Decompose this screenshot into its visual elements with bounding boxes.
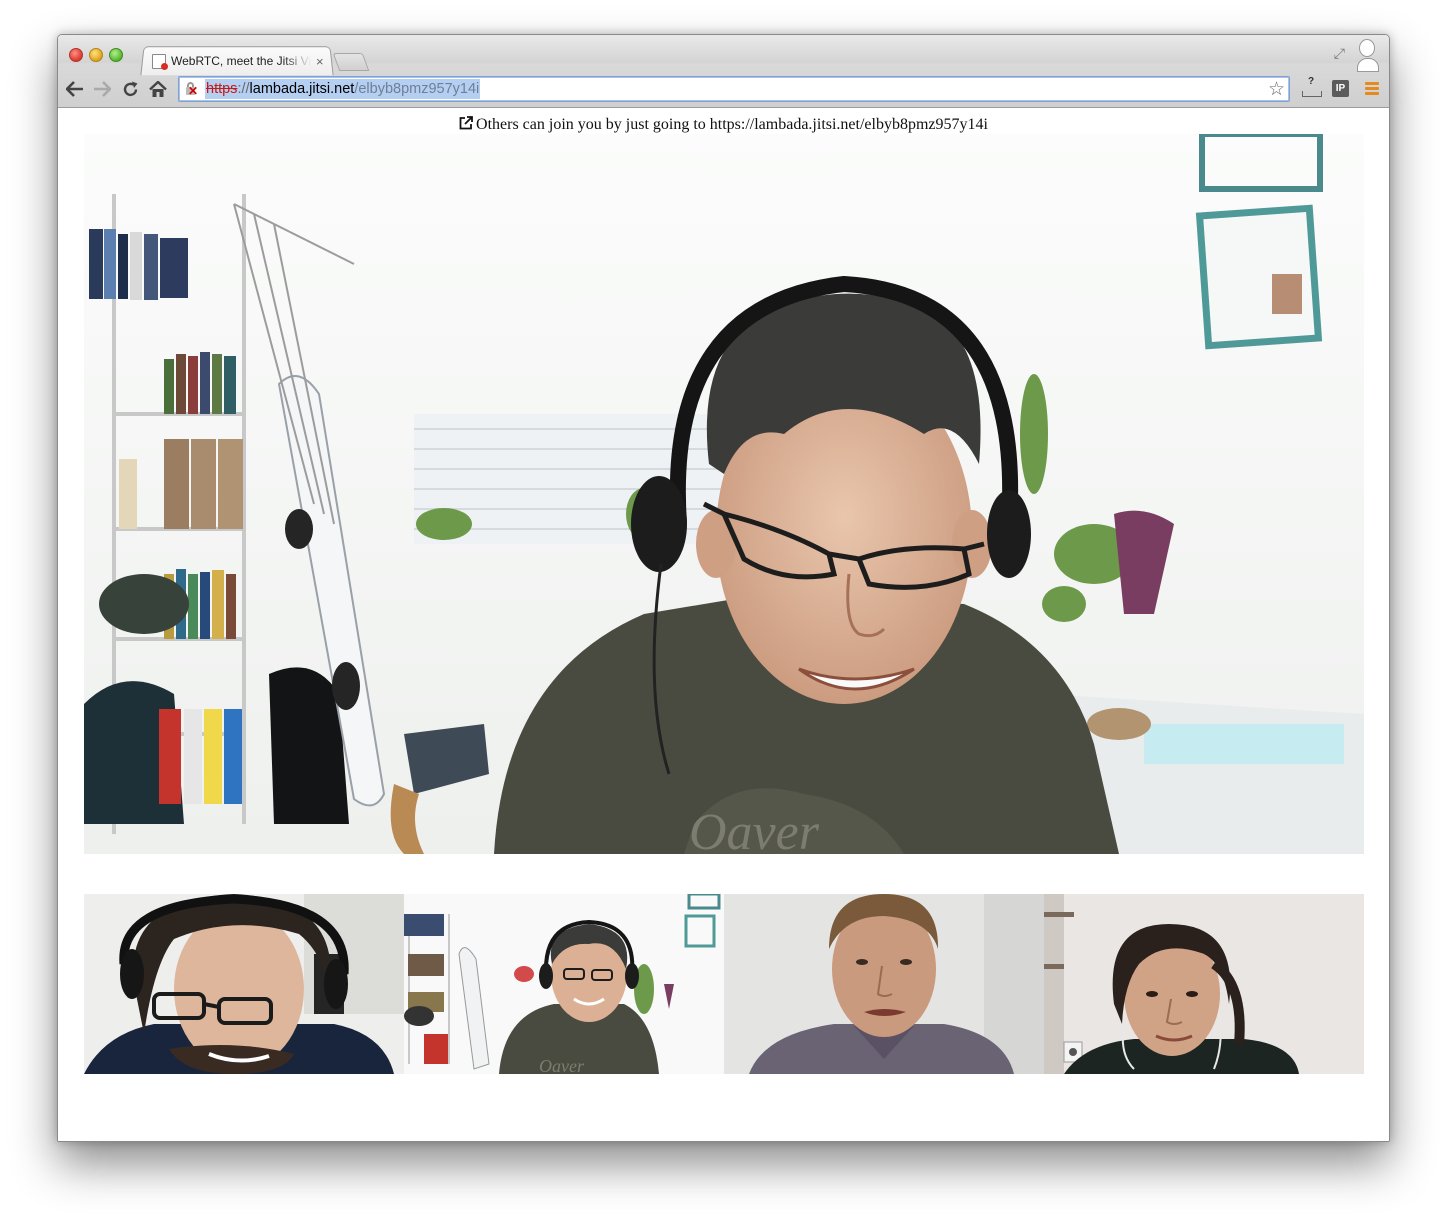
participant-video [724,894,1044,1074]
browser-window: WebRTC, meet the Jitsi Vid × ⤢ ✕ https:/… [57,34,1390,1142]
hamburger-menu-icon[interactable] [1365,82,1379,95]
participant-video [1044,894,1364,1074]
participant-thumbnail[interactable] [1044,894,1364,1074]
address-bar[interactable]: ✕ https://lambada.jitsi.net/elbyb8pmz957… [178,76,1290,102]
forward-icon[interactable] [91,78,113,100]
download-extension-icon[interactable]: ? [1301,76,1322,99]
participant-thumbnail[interactable] [84,894,404,1074]
window-close-button[interactable] [69,48,83,62]
invite-text: Others can join you by just going to htt… [476,116,988,133]
ip-extension-icon[interactable]: IP [1332,80,1349,97]
tab-title: WebRTC, meet the Jitsi Vid [171,54,311,68]
insecure-lock-icon[interactable]: ✕ [185,82,199,97]
profile-avatar-icon[interactable] [1357,39,1379,72]
participant-video: Oaver [404,894,724,1074]
browser-titlebar: WebRTC, meet the Jitsi Vid × ⤢ ✕ https:/… [58,35,1389,108]
participant-video [84,894,404,1074]
svg-text:Oaver: Oaver [539,1056,585,1074]
reload-icon[interactable] [119,78,141,100]
fullscreen-icon[interactable]: ⤢ [1334,45,1345,62]
window-minimize-button[interactable] [89,48,103,62]
url-path: /elbyb8pmz957y14i [354,81,480,97]
tab-close-button[interactable]: × [316,54,324,69]
tab-favicon-icon [152,53,168,70]
participant-thumbnail[interactable] [724,894,1044,1074]
browser-toolbar: ✕ https://lambada.jitsi.net/elbyb8pmz957… [58,73,1389,107]
url-text[interactable]: https://lambada.jitsi.net/elbyb8pmz957y1… [205,79,481,99]
new-tab-button[interactable] [332,53,370,71]
participant-thumbnails: Oaver [84,894,1364,1074]
large-video-frame: Oaver [84,134,1364,854]
url-separator: :// [237,81,250,97]
bookmark-star-icon[interactable]: ☆ [1268,78,1285,101]
shirt-print: Oaver [689,804,820,854]
window-maximize-button[interactable] [109,48,123,62]
browser-tab[interactable]: WebRTC, meet the Jitsi Vid × [152,48,324,74]
home-icon[interactable] [147,78,169,100]
url-scheme: https [206,81,238,97]
back-icon[interactable] [64,78,86,100]
url-host: lambada.jitsi.net [249,81,355,97]
page-content: Others can join you by just going to htt… [58,108,1389,1141]
large-video[interactable]: Oaver [84,134,1364,854]
external-link-icon [459,116,473,130]
invite-banner[interactable]: Others can join you by just going to htt… [58,116,1389,134]
participant-thumbnail[interactable]: Oaver [404,894,724,1074]
